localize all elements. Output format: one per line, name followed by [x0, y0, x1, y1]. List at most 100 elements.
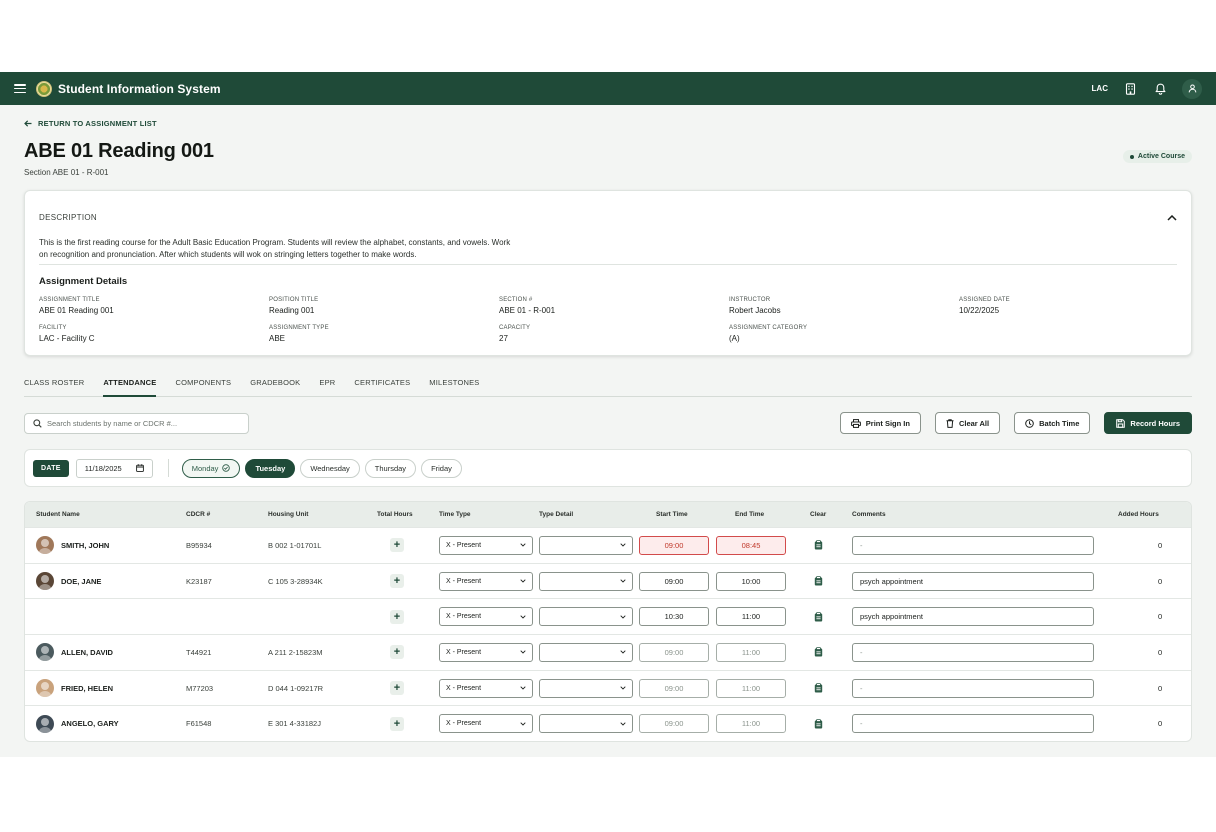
start-time-input[interactable]: 09:00 — [639, 642, 709, 662]
tab-certificates[interactable]: CERTIFICATES — [354, 378, 410, 397]
comment-input[interactable]: - — [852, 714, 1094, 734]
user-avatar-button[interactable] — [1182, 78, 1202, 99]
student-name[interactable]: SMITH, JOHN — [61, 541, 109, 550]
type-detail-select[interactable] — [539, 607, 633, 627]
add-time-plus-icon[interactable]: + — [390, 681, 404, 696]
start-time-input[interactable]: 09:00 — [639, 678, 709, 698]
clipboard-icon[interactable] — [811, 610, 825, 624]
collapse-chevron-up-icon[interactable] — [1167, 208, 1177, 226]
chevron-down-icon — [520, 722, 526, 726]
time-type-select[interactable]: X - Present — [439, 678, 533, 698]
clipboard-icon[interactable] — [811, 574, 825, 588]
day-pill-monday[interactable]: Monday — [181, 458, 241, 478]
return-to-assignment-list-link[interactable]: RETURN TO ASSIGNMENT LIST — [24, 119, 157, 128]
day-pill-friday[interactable]: Friday — [421, 458, 462, 478]
end-time-input[interactable]: 11:00 — [716, 678, 786, 698]
tab-epr[interactable]: EPR — [319, 378, 335, 397]
detail-capacity: CAPACITY 27 — [499, 325, 531, 343]
day-label: Wednesday — [310, 463, 350, 473]
add-time-plus-icon[interactable]: + — [390, 645, 404, 660]
tab-components[interactable]: COMPONENTS — [175, 378, 231, 397]
type-detail-select[interactable] — [539, 535, 633, 555]
add-time-plus-icon[interactable]: + — [390, 609, 404, 624]
clipboard-icon[interactable] — [811, 717, 825, 731]
type-detail-select[interactable] — [539, 642, 633, 662]
time-type-select[interactable]: X - Present — [439, 535, 533, 555]
date-selector-bar: DATE 11/18/2025 Monday Tuesday Wednesday… — [24, 449, 1192, 487]
comment-input[interactable]: psych appointment — [852, 571, 1094, 591]
comment-cell: psych appointment — [852, 564, 1094, 599]
clear-cell — [811, 635, 825, 670]
type-detail-select[interactable] — [539, 678, 633, 698]
description-text: This is the first reading course for the… — [39, 238, 511, 259]
add-time-plus-icon[interactable]: + — [390, 574, 404, 589]
student-name[interactable]: FRIED, HELEN — [61, 684, 113, 693]
print-sign-in-button[interactable]: Print Sign In — [839, 412, 921, 434]
batch-time-button[interactable]: Batch Time — [1014, 412, 1091, 434]
start-time-input[interactable]: 09:00 — [639, 571, 709, 591]
start-time-input[interactable]: 09:00 — [639, 714, 709, 734]
end-time-input[interactable]: 10:00 — [716, 571, 786, 591]
end-time-input[interactable]: 08:45 — [716, 535, 786, 555]
cdcr-number: T44921 — [186, 647, 212, 657]
start-time-input[interactable]: 10:30 — [639, 607, 709, 627]
header-cdcr: CDCR # — [186, 511, 211, 518]
end-time-input[interactable]: 11:00 — [716, 642, 786, 662]
comment-input[interactable]: - — [852, 642, 1094, 662]
header-time-type: Time Type — [439, 511, 471, 518]
student-avatar — [36, 679, 54, 698]
student-name[interactable]: DOE, JANE — [61, 577, 101, 586]
start-time-cell: 09:00 — [639, 528, 709, 563]
type-detail-select[interactable] — [539, 571, 633, 591]
time-type-select[interactable]: X - Present — [439, 714, 533, 734]
search-input[interactable] — [47, 418, 227, 428]
bell-icon[interactable] — [1152, 81, 1168, 97]
detail-position-title: POSITION TITLE Reading 001 — [269, 297, 319, 315]
save-icon — [1116, 418, 1126, 428]
time-type-select[interactable]: X - Present — [439, 571, 533, 591]
tab-class-roster[interactable]: CLASS ROSTER — [24, 378, 84, 397]
day-pill-thursday[interactable]: Thursday — [364, 458, 417, 478]
day-pill-tuesday[interactable]: Tuesday — [245, 458, 296, 478]
date-picker-input[interactable]: 11/18/2025 — [75, 458, 153, 478]
comment-input[interactable]: - — [852, 678, 1094, 698]
tab-attendance[interactable]: ATTENDANCE — [103, 378, 157, 397]
student-name[interactable]: ANGELO, GARY — [61, 719, 119, 728]
tab-milestones[interactable]: MILESTONES — [429, 378, 479, 397]
end-time-input[interactable]: 11:00 — [716, 607, 786, 627]
time-type-select[interactable]: X - Present — [439, 642, 533, 662]
added-hours: 0 — [1158, 612, 1163, 622]
detail-instructor: INSTRUCTOR Robert Jacobs — [729, 297, 781, 315]
date-value: 11/18/2025 — [84, 463, 122, 473]
building-icon[interactable] — [1122, 81, 1138, 97]
time-type-cell: X - Present — [439, 671, 533, 706]
clear-all-button[interactable]: Clear All — [934, 412, 1001, 434]
comment-input[interactable]: - — [852, 535, 1094, 555]
location-code[interactable]: LAC — [1092, 84, 1108, 93]
day-pill-wednesday[interactable]: Wednesday — [300, 458, 360, 478]
detail-assignment-category: ASSIGNMENT CATEGORY (A) — [729, 325, 808, 343]
comment-cell: - — [852, 635, 1094, 670]
total-hours-cell: + — [390, 706, 404, 741]
time-type-select[interactable]: X - Present — [439, 607, 533, 627]
tab-gradebook[interactable]: GRADEBOOK — [250, 378, 300, 397]
clipboard-icon[interactable] — [811, 645, 825, 659]
table-row: FRIED, HELEN M77203 D 044 1-09217R + X - Pre… — [25, 669, 1191, 706]
student-name[interactable]: ALLEN, DAVID — [61, 648, 113, 657]
clear-cell — [811, 671, 825, 706]
calendar-icon[interactable] — [135, 464, 144, 472]
separator — [167, 459, 169, 477]
end-time-input[interactable]: 11:00 — [716, 714, 786, 734]
add-time-plus-icon[interactable]: + — [390, 716, 404, 731]
start-time-cell: 10:30 — [639, 599, 709, 634]
record-hours-button[interactable]: Record Hours — [1104, 412, 1192, 434]
type-detail-select[interactable] — [539, 714, 633, 734]
comment-input[interactable]: psych appointment — [852, 607, 1094, 627]
top-margin — [0, 0, 1216, 72]
time-type-value: X - Present — [446, 541, 482, 549]
start-time-input[interactable]: 09:00 — [639, 535, 709, 555]
add-time-plus-icon[interactable]: + — [390, 538, 404, 553]
clipboard-icon[interactable] — [811, 538, 825, 552]
menu-icon[interactable] — [14, 84, 26, 93]
clipboard-icon[interactable] — [811, 681, 825, 695]
